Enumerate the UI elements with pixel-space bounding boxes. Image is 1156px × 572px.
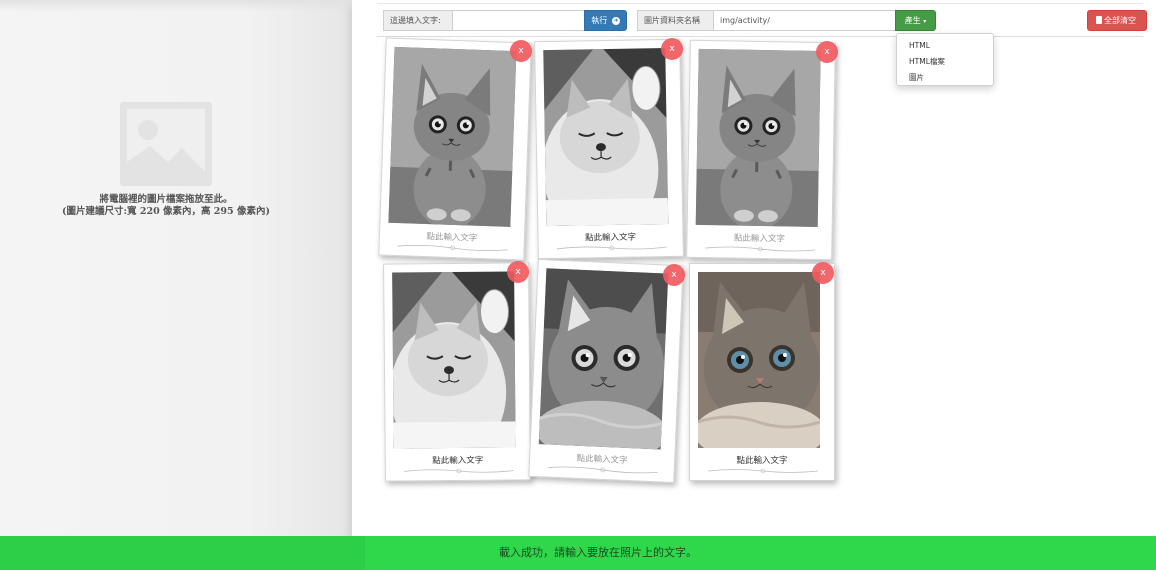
caret-down-icon: ▾	[923, 18, 927, 25]
folder-input-label: 圖片資料夾名稱	[637, 10, 714, 31]
status-message: 載入成功，請輸入要放在照片上的文字。	[499, 546, 697, 559]
card-caption[interactable]: 點此輸入文字	[687, 231, 831, 246]
folder-name-input[interactable]: img/activity/	[713, 10, 896, 31]
image-placeholder-icon	[120, 102, 212, 186]
drop-zone-hint: 將電腦裡的圖片檔案拖放至此。 (圖片建議尺寸:寬 220 像素內，高 295 像…	[0, 194, 332, 218]
delete-photo-button[interactable]: x	[507, 261, 529, 283]
photo-card-5[interactable]: 點此輸入文字	[528, 258, 684, 484]
card-caption[interactable]: 點此輸入文字	[690, 454, 834, 466]
photo-card-2[interactable]: 點此輸入文字	[534, 38, 684, 260]
image-drop-zone[interactable]: 將電腦裡的圖片檔案拖放至此。 (圖片建議尺寸:寬 220 像素內，高 295 像…	[0, 0, 352, 536]
photo-card-1[interactable]: 點此輸入文字	[378, 37, 532, 261]
cat-photo	[538, 268, 669, 450]
clear-all-label: 全部清空	[1104, 16, 1136, 25]
photo-card-4[interactable]: 點此輸入文字	[383, 262, 531, 482]
clear-all-button[interactable]: 全部清空	[1087, 10, 1147, 31]
text-input[interactable]	[452, 10, 585, 31]
delete-photo-button[interactable]: x	[661, 38, 683, 60]
card-swirl-ornament	[397, 244, 508, 251]
top-divider	[377, 3, 1143, 4]
delete-photo-button[interactable]: x	[510, 40, 532, 62]
status-bar-shade	[0, 536, 365, 570]
menu-item-html-file[interactable]: HTML檔案	[897, 54, 993, 70]
cat-photo	[392, 271, 516, 449]
cat-photo	[698, 272, 820, 448]
card-swirl-ornament	[705, 246, 816, 252]
drop-zone-shade	[0, 0, 352, 12]
card-swirl-ornament	[403, 468, 514, 474]
drop-hint-line1: 將電腦裡的圖片檔案拖放至此。	[99, 194, 233, 205]
photo-card-6[interactable]: 點此輸入文字	[689, 263, 835, 481]
cat-photo	[543, 48, 669, 227]
generate-button-label: 產生	[904, 16, 921, 25]
arrow-circle-right-icon: ➜	[611, 16, 620, 25]
photo-card-3[interactable]: 點此輸入文字	[686, 39, 836, 261]
card-caption[interactable]: 點此輸入文字	[538, 230, 682, 245]
cat-photo	[695, 48, 821, 228]
trash-icon	[1096, 16, 1102, 24]
run-button-label: 執行	[591, 16, 608, 25]
drop-hint-line2: (圖片建議尺寸:寬 220 像素內，高 295 像素內)	[62, 206, 270, 217]
delete-photo-button[interactable]: x	[812, 262, 834, 284]
card-swirl-ornament	[708, 468, 818, 474]
generate-dropdown-menu: HTML HTML檔案 圖片	[896, 33, 994, 86]
run-button[interactable]: 執行 ➜	[584, 10, 627, 31]
delete-photo-button[interactable]: x	[816, 41, 838, 63]
card-caption[interactable]: 點此輸入文字	[386, 453, 530, 466]
generate-button[interactable]: 產生 ▾	[895, 10, 936, 31]
toolbar-divider	[377, 36, 1143, 37]
card-swirl-ornament	[556, 245, 667, 251]
cat-photo	[388, 46, 517, 227]
menu-item-html[interactable]: HTML	[897, 38, 993, 54]
delete-photo-button[interactable]: x	[663, 264, 685, 286]
text-input-label: 這邊填入文字:	[383, 10, 453, 31]
menu-item-image[interactable]: 圖片	[897, 70, 993, 86]
